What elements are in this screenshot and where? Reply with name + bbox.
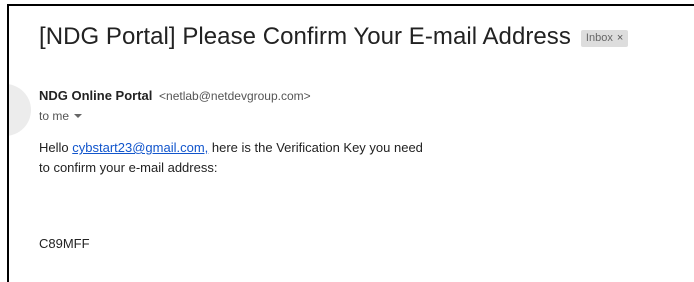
body-line-1-rest: here is the Verification Key you need [208,140,423,155]
sender-email: <netlab@netdevgroup.com> [159,89,311,103]
remove-label-icon[interactable]: × [617,32,623,44]
recipient-text: to me [39,109,70,123]
email-subject: [NDG Portal] Please Confirm Your E-mail … [39,23,571,50]
subject-row: [NDG Portal] Please Confirm Your E-mail … [39,23,629,51]
recipient-details-toggle[interactable]: to me [39,109,83,123]
body-line-2: to confirm your e-mail address: [39,160,218,175]
verification-key: C89MFF [39,236,90,251]
sender-avatar [9,84,31,136]
sender-name: NDG Online Portal [39,88,153,103]
inbox-label[interactable]: Inbox × [580,29,629,47]
body-line-1: Hello cybstart23@gmail.com, here is the … [39,138,423,158]
email-view: [NDG Portal] Please Confirm Your E-mail … [7,4,694,282]
caret-down-icon [74,114,83,118]
email-body: Hello cybstart23@gmail.com, here is the … [39,138,423,178]
greeting: Hello [39,140,69,155]
email-link[interactable]: cybstart23@gmail.com, [72,140,208,155]
inbox-label-text: Inbox [585,31,613,44]
sender-line: NDG Online Portal <netlab@netdevgroup.co… [39,88,311,103]
